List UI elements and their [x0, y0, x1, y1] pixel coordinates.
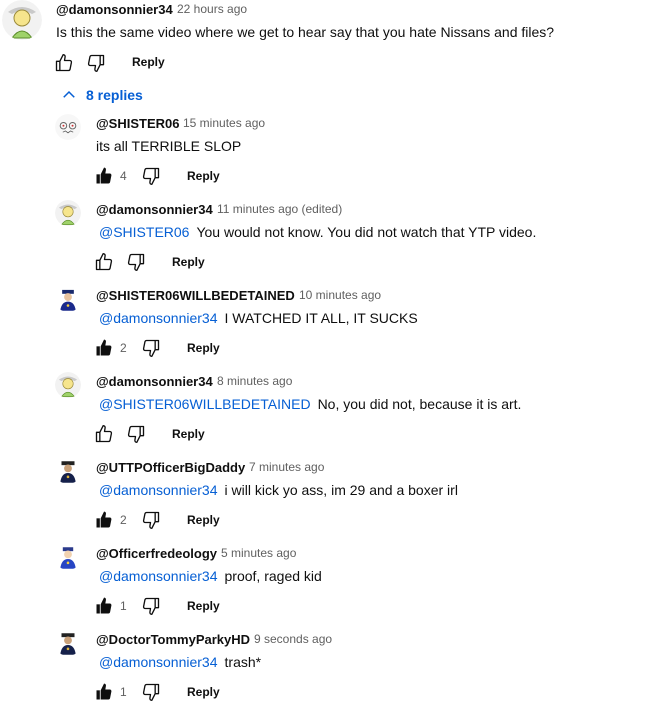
- reply-button[interactable]: Reply: [132, 55, 165, 69]
- dislike-icon[interactable]: [141, 596, 161, 616]
- mention-link[interactable]: @damonsonnier34: [99, 482, 218, 498]
- reply-button[interactable]: Reply: [187, 169, 220, 183]
- like-count: 1: [120, 685, 127, 699]
- reply-text-line: @SHISTER06WILLBEDETAINED No, you did not,…: [96, 396, 521, 412]
- reply-button[interactable]: Reply: [187, 599, 220, 613]
- like-icon[interactable]: [94, 682, 114, 702]
- reply-timestamp[interactable]: 5 minutes ago: [221, 546, 296, 560]
- reply-author[interactable]: @UTTPOfficerBigDaddy: [96, 460, 245, 475]
- dislike-icon[interactable]: [126, 252, 146, 272]
- mention-link[interactable]: @damonsonnier34: [99, 568, 218, 584]
- comment-text: Is this the same video where we get to h…: [56, 24, 555, 40]
- reply-text-line: @damonsonnier34 proof, raged kid: [96, 568, 322, 584]
- comment-timestamp[interactable]: 22 hours ago: [177, 2, 247, 16]
- reply-text-line: @SHISTER06 You would not know. You did no…: [96, 224, 536, 240]
- reply-text-line: its all TERRIBLE SLOP: [96, 138, 241, 154]
- reply-author[interactable]: @SHISTER06WILLBEDETAINED: [96, 288, 295, 303]
- reply-timestamp[interactable]: 10 minutes ago: [299, 288, 381, 302]
- reply-text: You would not know. You did not watch th…: [196, 224, 537, 240]
- like-icon[interactable]: [94, 338, 114, 358]
- mention-link[interactable]: @SHISTER06: [99, 224, 189, 240]
- reply-timestamp[interactable]: 7 minutes ago: [249, 460, 324, 474]
- like-count: 4: [120, 169, 127, 183]
- like-icon[interactable]: [94, 166, 114, 186]
- reply-text: No, you did not, because it is art.: [317, 396, 522, 412]
- reply-timestamp[interactable]: 11 minutes ago (edited): [217, 202, 342, 216]
- dislike-icon[interactable]: [141, 682, 161, 702]
- reply-text: proof, raged kid: [224, 568, 322, 584]
- like-icon[interactable]: [54, 53, 74, 73]
- like-icon[interactable]: [94, 510, 114, 530]
- reply-button[interactable]: Reply: [187, 685, 220, 699]
- reply-item: @damonsonnier34 8 minutes ago @SHISTER06WI…: [0, 372, 659, 458]
- replies-toggle-button[interactable]: 8 replies: [60, 86, 143, 104]
- reply-button[interactable]: Reply: [172, 427, 205, 441]
- like-icon[interactable]: [94, 252, 114, 272]
- dislike-icon[interactable]: [141, 166, 161, 186]
- reply-item: @UTTPOfficerBigDaddy 7 minutes ago @damons…: [0, 458, 659, 544]
- reply-author[interactable]: @damonsonnier34: [96, 202, 213, 217]
- reply-item: @SHISTER06 15 minutes ago its all TERRIBLE…: [0, 114, 659, 200]
- reply-text: i will kick yo ass, im 29 and a boxer ir…: [224, 482, 458, 498]
- avatar[interactable]: [55, 630, 81, 656]
- like-icon[interactable]: [94, 596, 114, 616]
- reply-text-line: @damonsonnier34 trash*: [96, 654, 261, 670]
- reply-author[interactable]: @DoctorTommyParkyHD: [96, 632, 250, 647]
- reply-text-line: @damonsonnier34 i will kick yo ass, im 29…: [96, 482, 458, 498]
- mention-link[interactable]: @SHISTER06WILLBEDETAINED: [99, 396, 311, 412]
- reply-text: its all TERRIBLE SLOP: [96, 138, 242, 154]
- comment-author[interactable]: @damonsonnier34: [56, 2, 173, 17]
- avatar[interactable]: [2, 0, 42, 40]
- reply-item: @damonsonnier34 11 minutes ago (edited) @S…: [0, 200, 659, 286]
- reply-text: I WATCHED IT ALL, IT SUCKS: [224, 310, 418, 326]
- reply-timestamp[interactable]: 9 seconds ago: [254, 632, 332, 646]
- mention-link[interactable]: @damonsonnier34: [99, 654, 218, 670]
- like-icon[interactable]: [94, 424, 114, 444]
- reply-text: trash*: [224, 654, 262, 670]
- reply-item: @Officerfredeology 5 minutes ago @damonson…: [0, 544, 659, 630]
- reply-author[interactable]: @damonsonnier34: [96, 374, 213, 389]
- reply-timestamp[interactable]: 8 minutes ago: [217, 374, 292, 388]
- reply-button[interactable]: Reply: [187, 341, 220, 355]
- dislike-icon[interactable]: [86, 53, 106, 73]
- like-count: 2: [120, 341, 127, 355]
- avatar[interactable]: [55, 200, 81, 226]
- like-count: 2: [120, 513, 127, 527]
- reply-text-line: @damonsonnier34 I WATCHED IT ALL, IT SUCK…: [96, 310, 418, 326]
- avatar[interactable]: [55, 544, 81, 570]
- mention-link[interactable]: @damonsonnier34: [99, 310, 218, 326]
- dislike-icon[interactable]: [141, 338, 161, 358]
- chevron-up-icon: [60, 86, 78, 104]
- reply-author[interactable]: @Officerfredeology: [96, 546, 217, 561]
- like-count: 1: [120, 599, 127, 613]
- reply-item: @DoctorTommyParkyHD 9 seconds ago @damonso…: [0, 630, 659, 716]
- avatar[interactable]: [55, 372, 81, 398]
- replies-count-label: 8 replies: [86, 87, 143, 103]
- reply-timestamp[interactable]: 15 minutes ago: [183, 116, 265, 130]
- dislike-icon[interactable]: [126, 424, 146, 444]
- reply-author[interactable]: @SHISTER06: [96, 116, 179, 131]
- avatar[interactable]: [55, 286, 81, 312]
- avatar[interactable]: [55, 114, 81, 140]
- reply-button[interactable]: Reply: [187, 513, 220, 527]
- avatar[interactable]: [55, 458, 81, 484]
- reply-item: @SHISTER06WILLBEDETAINED 10 minutes ago @d…: [0, 286, 659, 372]
- dislike-icon[interactable]: [141, 510, 161, 530]
- reply-button[interactable]: Reply: [172, 255, 205, 269]
